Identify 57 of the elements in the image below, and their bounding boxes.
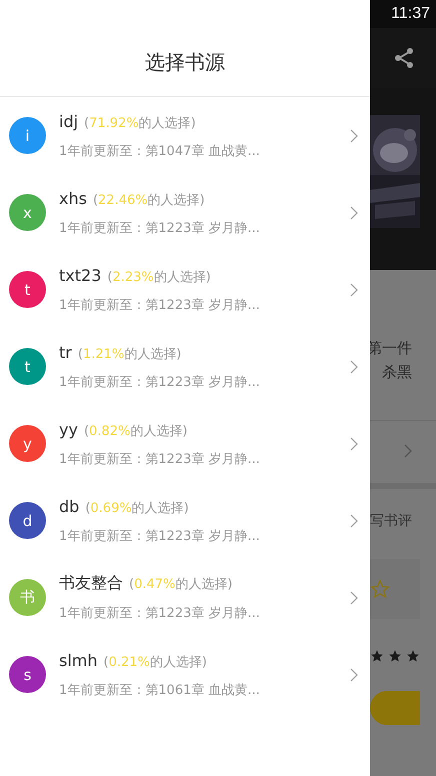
source-name: txt23 <box>59 266 102 284</box>
update-text: 1年前更新至：第1223章 岁月静... <box>59 605 261 622</box>
drawer-title: 选择书源 <box>0 0 370 97</box>
update-text: 1年前更新至：第1223章 岁月静... <box>59 296 261 314</box>
share-text: (71.92%的人选择) <box>84 114 196 132</box>
avatar: i <box>9 117 46 154</box>
share-icon[interactable] <box>392 46 416 70</box>
source-item[interactable]: s slmh (0.21%的人选择) 1年前更新至：第1061章 血战黄... <box>0 636 370 713</box>
source-item[interactable]: x xhs (22.46%的人选择) 1年前更新至：第1223章 岁月静... <box>0 174 370 251</box>
star-icon <box>370 579 390 599</box>
source-item[interactable]: d db (0.69%的人选择) 1年前更新至：第1223章 岁月静... <box>0 482 370 559</box>
update-text: 1年前更新至：第1061章 血战黄... <box>59 682 261 698</box>
chevron-icon <box>350 360 358 374</box>
star-icon <box>388 649 402 663</box>
update-text: 1年前更新至：第1223章 岁月静... <box>59 220 261 236</box>
share-text: (22.46%的人选择) <box>92 192 205 208</box>
source-name: 书友整合 <box>59 573 123 594</box>
update-text: 1年前更新至：第1047章 血战黄... <box>59 142 261 160</box>
avatar: s <box>9 656 46 693</box>
source-item[interactable]: t tr (1.21%的人选择) 1年前更新至：第1223章 岁月静... <box>0 328 370 405</box>
update-text: 1年前更新至：第1223章 岁月静... <box>59 450 261 468</box>
source-name: yy <box>59 420 78 438</box>
share-text: (0.21%的人选择) <box>104 654 207 670</box>
status-time: 11:37 <box>391 5 430 23</box>
chevron-icon <box>350 436 358 450</box>
avatar: t <box>9 348 46 385</box>
chevron-icon <box>350 282 358 296</box>
share-text: (2.23%的人选择) <box>107 268 211 286</box>
source-item[interactable]: i idj (71.92%的人选择) 1年前更新至：第1047章 血战黄... <box>0 97 370 174</box>
chevron-icon <box>350 514 358 528</box>
update-text: 1年前更新至：第1223章 岁月静... <box>59 374 261 390</box>
source-name: db <box>59 496 80 516</box>
share-text: (0.47%的人选择) <box>129 576 232 593</box>
chevron-icon <box>404 444 412 458</box>
intro-text: 杀黑 <box>382 362 412 383</box>
avatar: t <box>9 271 46 308</box>
star-icon <box>406 649 420 663</box>
share-text: (1.21%的人选择) <box>78 346 182 362</box>
avatar: y <box>9 425 46 462</box>
avatar: x <box>9 194 46 231</box>
update-text: 1年前更新至：第1223章 岁月静... <box>59 528 261 544</box>
source-name: idj <box>59 112 78 130</box>
share-text: (0.82%的人选择) <box>84 422 188 440</box>
star-icon <box>370 649 384 663</box>
chevron-icon <box>350 206 358 220</box>
chevron-icon <box>350 128 358 142</box>
chevron-icon <box>350 590 358 604</box>
source-item[interactable]: 书 书友整合 (0.47%的人选择) 1年前更新至：第1223章 岁月静... <box>0 559 370 636</box>
avatar: 书 <box>9 579 46 616</box>
source-item[interactable]: y yy (0.82%的人选择) 1年前更新至：第1223章 岁月静... <box>0 405 370 482</box>
source-name: slmh <box>59 650 98 670</box>
share-text: (0.69%的人选择) <box>85 500 189 516</box>
chevron-icon <box>350 668 358 682</box>
source-item[interactable]: t txt23 (2.23%的人选择) 1年前更新至：第1223章 岁月静... <box>0 251 370 328</box>
source-name: xhs <box>59 188 87 208</box>
avatar: d <box>9 502 46 539</box>
source-name: tr <box>59 342 72 362</box>
